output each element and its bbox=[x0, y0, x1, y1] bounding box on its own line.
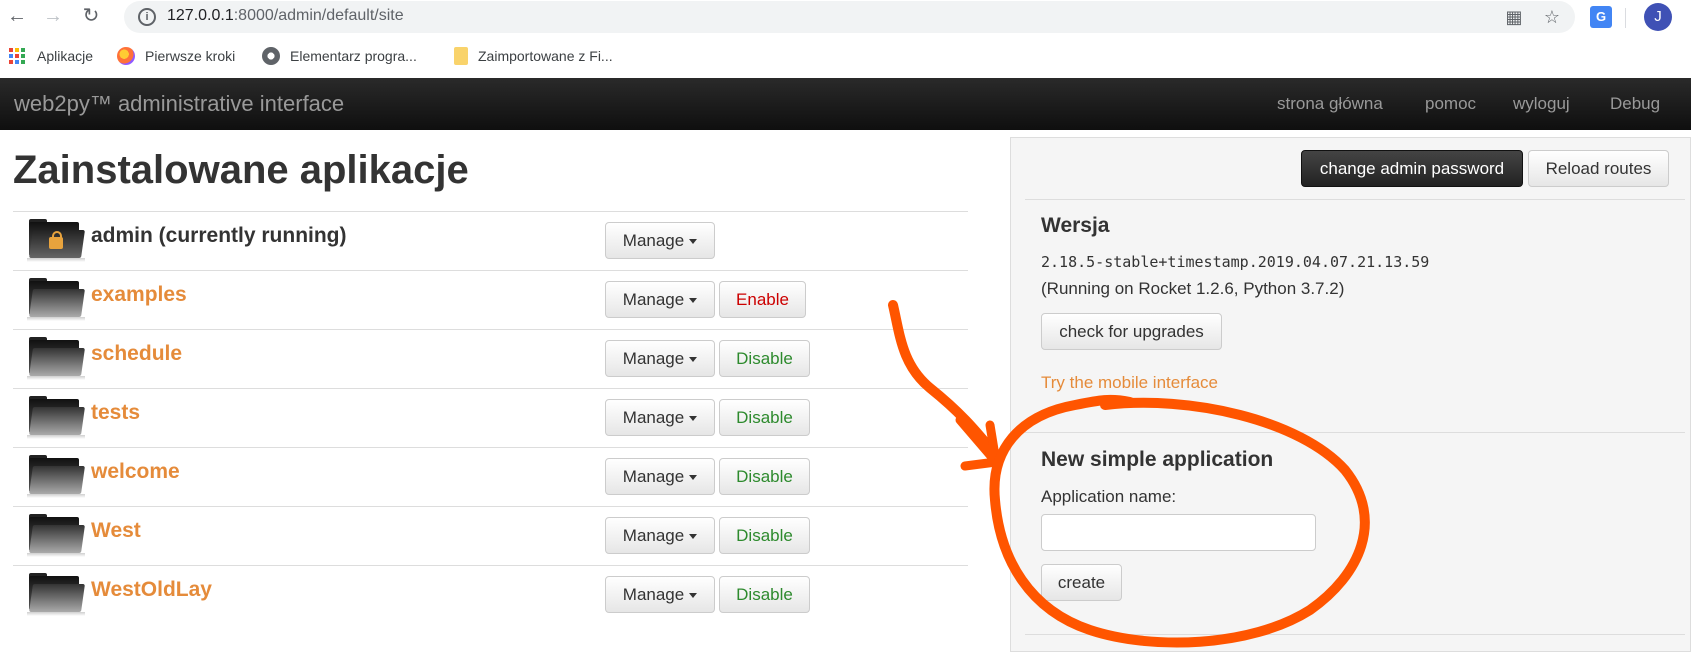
app-row-westoldlay: WestOldLay Manage Disable bbox=[13, 565, 968, 624]
folder-icon bbox=[27, 455, 85, 498]
google-translate-extension-icon[interactable]: G bbox=[1590, 6, 1612, 28]
folder-icon bbox=[27, 396, 85, 439]
info-icon[interactable]: i bbox=[138, 8, 156, 26]
profile-avatar[interactable]: J bbox=[1644, 3, 1672, 31]
apps-grid-icon bbox=[9, 48, 25, 64]
app-name-link[interactable]: WestOldLay bbox=[91, 578, 212, 602]
manage-button[interactable]: Manage bbox=[605, 517, 715, 554]
app-name-link[interactable]: examples bbox=[91, 283, 187, 307]
app-row-welcome: welcome Manage Disable bbox=[13, 447, 968, 506]
app-name-link[interactable]: tests bbox=[91, 401, 140, 425]
disable-button[interactable]: Disable bbox=[719, 340, 810, 377]
manage-button[interactable]: Manage bbox=[605, 281, 715, 318]
caret-down-icon bbox=[689, 416, 698, 422]
url-text[interactable]: 127.0.0.1:8000/admin/default/site bbox=[167, 7, 404, 25]
disable-button[interactable]: Disable bbox=[719, 517, 810, 554]
version-heading: Wersja bbox=[1041, 214, 1110, 237]
app-row-tests: tests Manage Disable bbox=[13, 388, 968, 447]
bookmark-elementarz[interactable]: Elementarz progra... bbox=[262, 45, 417, 67]
app-row-admin: admin (currently running) Manage bbox=[13, 211, 968, 270]
browser-toolbar: ← → ↻ i 127.0.0.1:8000/admin/default/sit… bbox=[0, 0, 1691, 35]
manage-button[interactable]: Manage bbox=[605, 458, 715, 495]
mobile-interface-link[interactable]: Try the mobile interface bbox=[1041, 373, 1218, 393]
check-upgrades-button[interactable]: check for upgrades bbox=[1041, 313, 1222, 350]
sidebar-panel: change admin password Reload routes Wers… bbox=[1010, 137, 1691, 652]
disable-button[interactable]: Disable bbox=[719, 458, 810, 495]
disable-button[interactable]: Disable bbox=[719, 576, 810, 613]
create-button[interactable]: create bbox=[1041, 564, 1122, 601]
bookmark-zaimportowane[interactable]: Zaimportowane z Fi... bbox=[454, 45, 613, 67]
page-title: Zainstalowane aplikacje bbox=[13, 148, 469, 192]
bookmark-apps[interactable]: Aplikacje bbox=[9, 45, 93, 67]
nav-link-debug[interactable]: Debug bbox=[1610, 94, 1660, 114]
app-name: admin (currently running) bbox=[91, 224, 347, 247]
manage-button[interactable]: Manage bbox=[605, 399, 715, 436]
app-row-examples: examples Manage Enable bbox=[13, 270, 968, 329]
address-bar[interactable]: i 127.0.0.1:8000/admin/default/site ▦ ☆ bbox=[124, 1, 1575, 33]
section-divider bbox=[1025, 634, 1685, 635]
reload-routes-button[interactable]: Reload routes bbox=[1528, 150, 1669, 187]
caret-down-icon bbox=[689, 239, 698, 245]
folder-icon bbox=[27, 278, 85, 321]
nav-link-logout[interactable]: wyloguj bbox=[1513, 94, 1570, 114]
app-name-link[interactable]: West bbox=[91, 519, 141, 543]
application-name-label: Application name: bbox=[1041, 487, 1177, 506]
toolbar-divider bbox=[1625, 8, 1626, 28]
folder-icon bbox=[27, 573, 85, 616]
section-divider bbox=[1025, 199, 1685, 200]
app-name-link[interactable]: welcome bbox=[91, 460, 180, 484]
app-row-schedule: schedule Manage Disable bbox=[13, 329, 968, 388]
disable-button[interactable]: Disable bbox=[719, 399, 810, 436]
caret-down-icon bbox=[689, 475, 698, 481]
nav-link-help[interactable]: pomoc bbox=[1425, 94, 1476, 114]
locked-folder-icon bbox=[27, 219, 85, 262]
caret-down-icon bbox=[689, 298, 698, 304]
admin-navbar: web2py™ administrative interface strona … bbox=[0, 78, 1691, 130]
forward-arrow-icon[interactable]: → bbox=[40, 3, 66, 29]
translate-icon[interactable]: ▦ bbox=[1504, 7, 1524, 27]
bookmark-pierwsze-kroki[interactable]: Pierwsze kroki bbox=[117, 45, 235, 67]
new-app-heading: New simple application bbox=[1041, 448, 1274, 471]
application-name-input[interactable] bbox=[1041, 514, 1316, 551]
app-row-west: West Manage Disable bbox=[13, 506, 968, 565]
enable-button[interactable]: Enable bbox=[719, 281, 806, 318]
change-admin-password-button[interactable]: change admin password bbox=[1301, 150, 1523, 187]
manage-button[interactable]: Manage bbox=[605, 576, 715, 613]
nav-link-home[interactable]: strona główna bbox=[1277, 94, 1383, 114]
back-arrow-icon[interactable]: ← bbox=[4, 3, 30, 29]
folder-icon bbox=[454, 47, 468, 65]
firefox-icon bbox=[117, 47, 135, 65]
reload-icon[interactable]: ↻ bbox=[78, 3, 104, 29]
caret-down-icon bbox=[689, 534, 698, 540]
bookmarks-bar: Aplikacje Pierwsze kroki Elementarz prog… bbox=[0, 35, 1691, 78]
version-string: 2.18.5-stable+timestamp.2019.04.07.21.13… bbox=[1041, 253, 1430, 271]
star-icon[interactable]: ☆ bbox=[1542, 7, 1562, 27]
runtime-info: (Running on Rocket 1.2.6, Python 3.7.2) bbox=[1041, 279, 1345, 298]
section-divider bbox=[1025, 432, 1685, 433]
folder-icon bbox=[27, 514, 85, 557]
globe-icon bbox=[262, 47, 280, 65]
app-name-link[interactable]: schedule bbox=[91, 342, 182, 366]
manage-button[interactable]: Manage bbox=[605, 222, 715, 259]
manage-button[interactable]: Manage bbox=[605, 340, 715, 377]
folder-icon bbox=[27, 337, 85, 380]
brand-title[interactable]: web2py™ administrative interface bbox=[14, 91, 344, 117]
caret-down-icon bbox=[689, 357, 698, 363]
caret-down-icon bbox=[689, 593, 698, 599]
